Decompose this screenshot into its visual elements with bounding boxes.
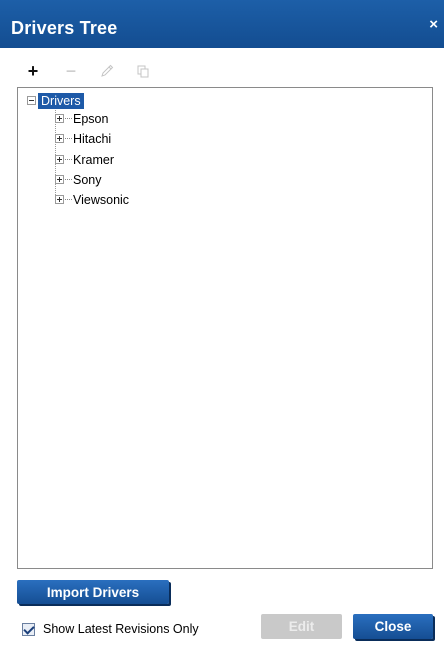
import-drivers-button[interactable]: Import Drivers [17,580,169,604]
copy-icon [137,65,149,78]
tree-node-label[interactable]: Kramer [73,153,114,167]
add-button[interactable]: + [22,60,44,82]
edit-button[interactable]: Edit [261,614,342,639]
close-icon[interactable]: × [429,16,438,33]
tree-node-label[interactable]: Hitachi [73,132,111,146]
edit-toolbar-button[interactable] [96,60,118,82]
show-latest-revisions-checkbox[interactable] [22,622,35,636]
show-latest-revisions-label: Show Latest Revisions Only [43,622,199,636]
drivers-tree[interactable]: Drivers Epson Hitachi Kramer Sony Viewso… [17,87,433,569]
expand-icon[interactable] [55,175,64,184]
tree-node-label[interactable]: Drivers [38,92,84,109]
tree-node-viewsonic[interactable]: Viewsonic [55,191,129,208]
copy-button[interactable] [132,60,154,82]
remove-button[interactable]: − [60,60,82,82]
tree-node-sony[interactable]: Sony [55,171,102,188]
plus-icon: + [27,60,39,81]
tree-node-label[interactable]: Sony [73,173,102,187]
drivers-tree-dialog: Drivers Tree × + − Drivers Epson Hitachi… [0,0,444,645]
show-latest-revisions-option[interactable]: Show Latest Revisions Only [22,620,199,638]
tree-node-label[interactable]: Epson [73,112,108,126]
expand-icon[interactable] [55,134,64,143]
pencil-icon [101,64,114,77]
minus-icon: − [65,60,77,81]
close-button[interactable]: Close [353,614,433,639]
dialog-title: Drivers Tree [11,18,118,38]
collapse-icon[interactable] [27,96,36,105]
tree-node-root[interactable]: Drivers [27,92,84,109]
tree-node-epson[interactable]: Epson [55,110,108,127]
tree-node-hitachi[interactable]: Hitachi [55,130,111,147]
expand-icon[interactable] [55,155,64,164]
tree-node-kramer[interactable]: Kramer [55,151,114,168]
tree-toolbar: + − [20,60,220,84]
expand-icon[interactable] [55,114,64,123]
title-bar: Drivers Tree × [0,0,444,48]
expand-icon[interactable] [55,195,64,204]
tree-node-label[interactable]: Viewsonic [73,193,129,207]
